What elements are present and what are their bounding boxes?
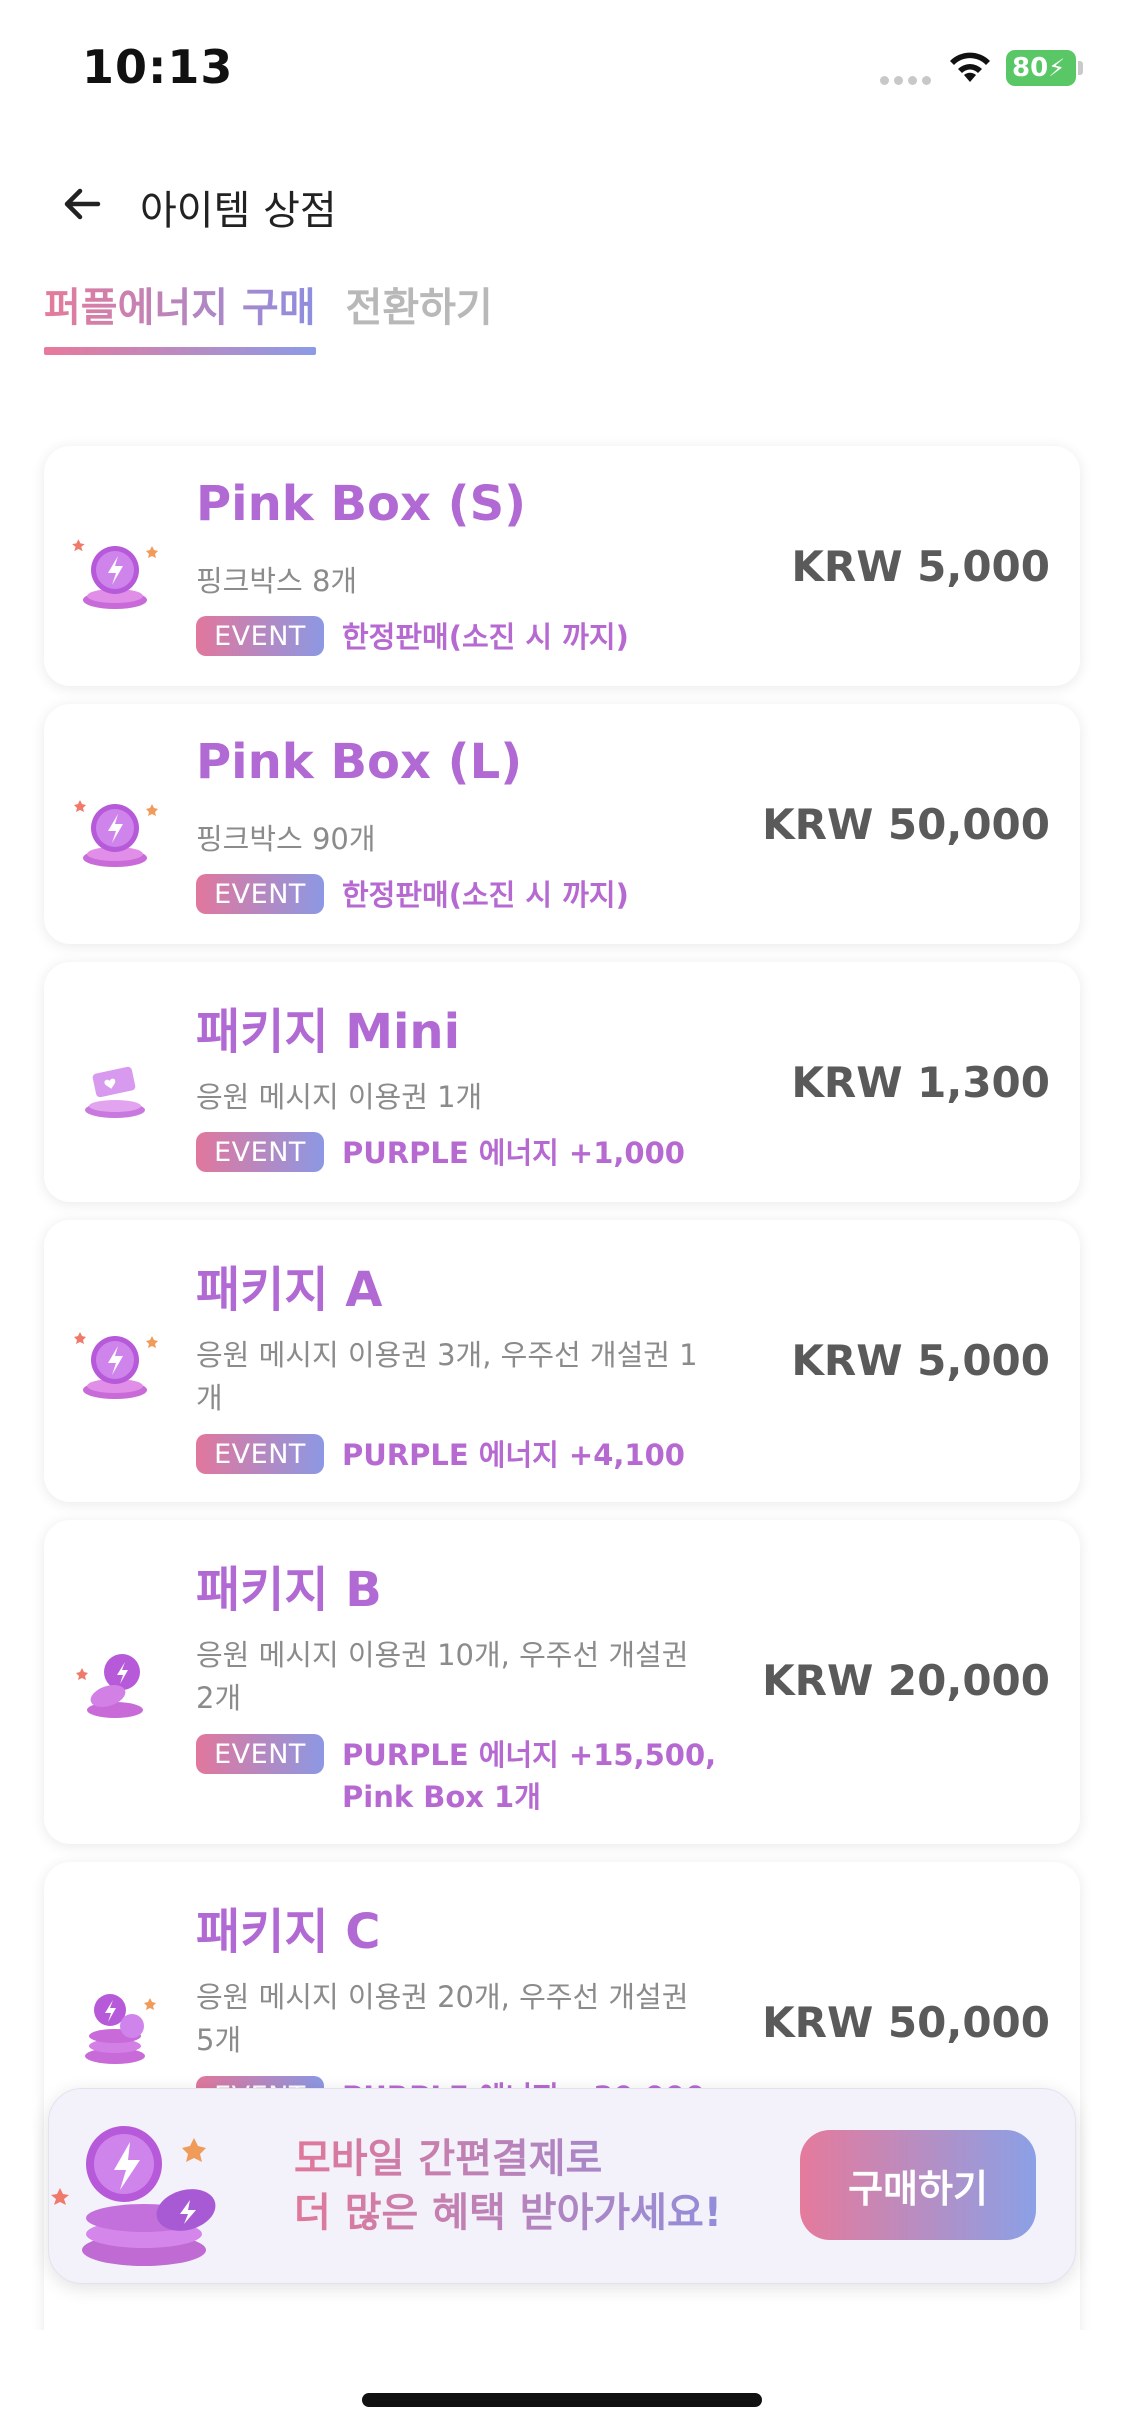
event-badge: EVENT: [196, 1734, 324, 1774]
product-price: KRW 50,000: [762, 1998, 1050, 2047]
product-card[interactable]: 패키지 B 응원 메시지 이용권 10개, 우주선 개설권 2개 EVENT P…: [44, 1520, 1080, 1844]
product-card[interactable]: 패키지 A 응원 메시지 이용권 3개, 우주선 개설권 1개 EVENT PU…: [44, 1220, 1080, 1502]
app-header: 아이템 상점: [0, 160, 1125, 250]
promo-line-2: 더 많은 혜택 받아가세요!: [294, 2190, 723, 2236]
energy-coin-icon: [72, 539, 158, 609]
event-badge: EVENT: [196, 874, 324, 914]
back-arrow-icon[interactable]: [56, 178, 108, 230]
product-description: 응원 메시지 이용권 10개, 우주선 개설권 2개: [196, 1638, 689, 1715]
wifi-icon: [950, 52, 990, 82]
energy-coin-icon: [74, 1332, 158, 1399]
event-badge: EVENT: [196, 616, 324, 656]
status-bar: 10:13 80 ⚡: [0, 0, 1125, 140]
battery-icon: 80 ⚡: [1006, 50, 1083, 86]
energy-coin-stack-icon: [85, 1994, 156, 2064]
tab-convert[interactable]: 전환하기: [346, 275, 493, 355]
event-text: PURPLE 에너지 +15,500, Pink Box 1개: [342, 1738, 717, 1814]
product-card[interactable]: Pink Box (S) 핑크박스 8개 EVENT 한정판매(소진 시 까지)…: [44, 446, 1080, 686]
product-event: EVENT PURPLE 에너지 +1,000: [196, 1132, 742, 1174]
product-name: Pink Box (L): [196, 734, 523, 790]
product-card[interactable]: 패키지 Mini 응원 메시지 이용권 1개 EVENT PURPLE 에너지 …: [44, 962, 1080, 1202]
tab-bar: 퍼플에너지 구매 전환하기: [44, 275, 493, 355]
event-badge: EVENT: [196, 1132, 324, 1172]
page-title: 아이템 상점: [140, 188, 337, 234]
energy-coin-icon: [74, 800, 158, 867]
home-indicator[interactable]: [362, 2393, 762, 2407]
event-text: 한정판매(소진 시 까지): [342, 878, 629, 912]
product-name: 패키지 A: [196, 1262, 383, 1318]
ticket-icon: [85, 1066, 145, 1118]
product-description: 응원 메시지 이용권 20개, 우주선 개설권 5개: [196, 1980, 689, 2057]
product-price: KRW 1,300: [791, 1058, 1050, 1107]
product-price: KRW 5,000: [791, 1336, 1050, 1385]
product-name: 패키지 Mini: [196, 1004, 461, 1060]
tab-purple-energy-purchase[interactable]: 퍼플에너지 구매: [44, 275, 316, 355]
event-badge: EVENT: [196, 1434, 324, 1474]
event-text: 한정판매(소진 시 까지): [342, 620, 629, 654]
promo-line-1: 모바일 간편결제로: [294, 2136, 603, 2182]
buy-button[interactable]: 구매하기: [800, 2130, 1036, 2240]
product-name: 패키지 B: [196, 1562, 382, 1618]
promo-message: 모바일 간편결제로 더 많은 혜택 받아가세요!: [294, 2132, 764, 2240]
product-card[interactable]: Pink Box (L) 핑크박스 90개 EVENT 한정판매(소진 시 까지…: [44, 704, 1080, 944]
product-price: KRW 5,000: [791, 542, 1050, 591]
product-event: EVENT PURPLE 에너지 +4,100: [196, 1434, 742, 1476]
energy-coin-stack-icon: [51, 2126, 216, 2266]
event-text: PURPLE 에너지 +1,000: [342, 1136, 685, 1170]
product-description: 핑크박스 8개: [196, 564, 358, 598]
product-description: 응원 메시지 이용권 3개, 우주선 개설권 1개: [196, 1338, 698, 1415]
product-event: EVENT 한정판매(소진 시 까지): [196, 616, 742, 658]
product-description: 응원 메시지 이용권 1개: [196, 1080, 483, 1114]
list-bottom-mask: [0, 2330, 1125, 2436]
product-name: Pink Box (S): [196, 476, 527, 532]
product-price: KRW 20,000: [762, 1656, 1050, 1705]
product-description: 핑크박스 90개: [196, 822, 376, 856]
event-text: PURPLE 에너지 +4,100: [342, 1438, 685, 1472]
product-name: 패키지 C: [196, 1904, 381, 1960]
product-event: EVENT PURPLE 에너지 +15,500, Pink Box 1개: [196, 1734, 742, 1818]
product-price: KRW 50,000: [762, 800, 1050, 849]
status-time: 10:13: [82, 40, 234, 94]
battery-level: 80: [1012, 53, 1049, 83]
energy-coin-stack-icon: [76, 1654, 143, 1718]
cellular-signal-icon: [880, 76, 932, 86]
product-event: EVENT 한정판매(소진 시 까지): [196, 874, 742, 916]
